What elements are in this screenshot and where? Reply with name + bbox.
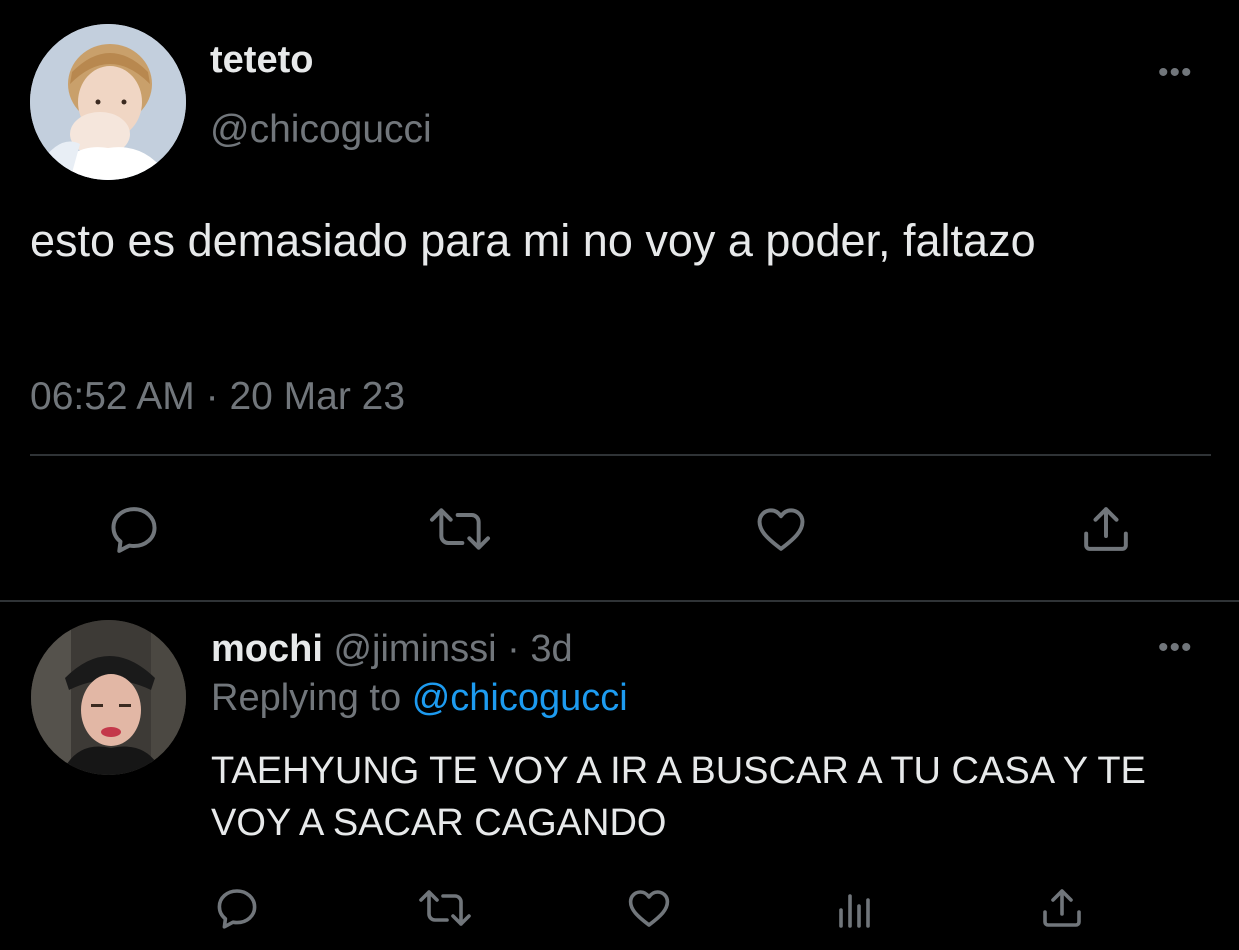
more-icon: ••• [1158,56,1193,89]
tweet-timestamp[interactable]: 06:52 AM · 20 Mar 23 [30,375,405,419]
divider [30,454,1211,456]
share-icon [1043,889,1081,927]
replying-to-prefix: Replying to [211,677,402,719]
reply-author-display-name[interactable]: mochi [211,628,323,670]
tweet-text: esto es demasiado para mi no voy a poder… [30,215,1036,266]
heart-icon [757,508,805,551]
share-icon [1084,507,1128,551]
share-button[interactable] [1078,501,1134,557]
reply-analytics-button[interactable] [831,884,879,932]
tweet-time: 06:52 AM [30,375,195,418]
reply-header: mochi @jiminssi · 3d [211,627,573,671]
retweet-icon [430,508,490,550]
retweet-icon [419,890,471,926]
avatar-image [30,24,186,180]
reply-like-button[interactable] [625,884,673,932]
reply-button[interactable] [106,501,162,557]
analytics-icon [839,894,870,928]
more-options-button[interactable]: ••• [1158,58,1193,88]
meta-separator: · [507,628,520,670]
retweet-button[interactable] [425,501,495,557]
reply-age[interactable]: 3d [530,628,572,670]
replying-to-handle-link[interactable]: @chicogucci [412,677,628,719]
replying-to-line: Replying to @chicogucci [211,676,628,720]
like-button[interactable] [752,501,810,557]
comment-icon [111,507,157,553]
divider [0,600,1239,602]
reply-more-options-button[interactable]: ••• [1158,633,1193,663]
meta-separator: · [205,375,219,418]
reply-share-button[interactable] [1038,884,1086,932]
more-icon: ••• [1158,631,1193,664]
avatar-image [31,620,186,775]
reply-author-avatar[interactable] [31,620,186,775]
reply-retweet-button[interactable] [415,884,475,932]
reply-reply-button[interactable] [213,884,261,932]
author-display-name[interactable]: teteto [210,38,313,82]
comment-icon [217,889,257,929]
author-avatar[interactable] [30,24,186,180]
heart-icon [628,890,670,927]
tweet-date: 20 Mar 23 [229,375,406,418]
reply-author-handle[interactable]: @jiminssi [333,628,496,670]
author-handle[interactable]: @chicogucci [210,108,432,152]
reply-text: TAEHYUNG TE VOY A IR A BUSCAR A TU CASA … [211,750,1146,844]
